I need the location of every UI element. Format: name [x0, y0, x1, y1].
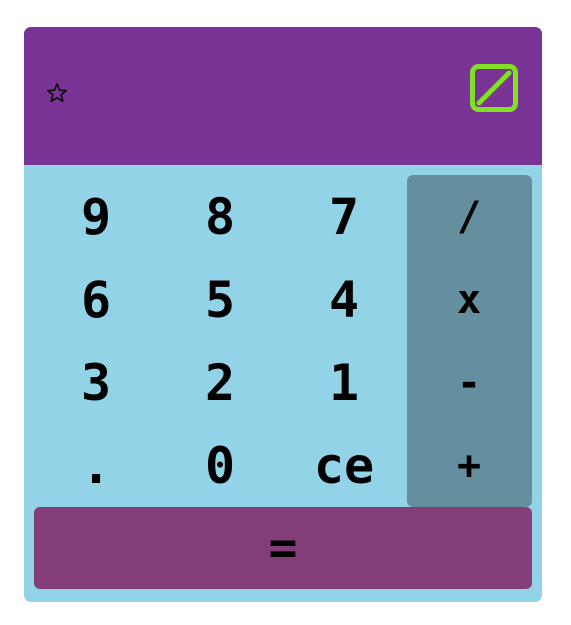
key-1[interactable]: 1 [282, 341, 406, 424]
square-slash-icon[interactable] [470, 64, 518, 112]
key-0[interactable]: 0 [158, 424, 282, 507]
calculator: 9 8 7 6 5 4 3 2 1 . 0 ce / x - + = [24, 27, 542, 602]
key-3[interactable]: 3 [34, 341, 158, 424]
key-6[interactable]: 6 [34, 258, 158, 341]
key-divide[interactable]: / [407, 175, 531, 258]
display-header [24, 27, 542, 165]
equals-button[interactable]: = [34, 507, 532, 589]
key-clear[interactable]: ce [282, 424, 406, 507]
star-outline-icon[interactable] [46, 82, 68, 104]
key-subtract[interactable]: - [407, 341, 531, 424]
key-4[interactable]: 4 [282, 258, 406, 341]
key-2[interactable]: 2 [158, 341, 282, 424]
key-multiply[interactable]: x [407, 258, 531, 341]
key-8[interactable]: 8 [158, 175, 282, 258]
key-decimal[interactable]: . [34, 424, 158, 507]
key-9[interactable]: 9 [34, 175, 158, 258]
keypad: 9 8 7 6 5 4 3 2 1 . 0 ce / x - + [34, 175, 532, 507]
key-add[interactable]: + [407, 424, 531, 507]
key-5[interactable]: 5 [158, 258, 282, 341]
key-7[interactable]: 7 [282, 175, 406, 258]
